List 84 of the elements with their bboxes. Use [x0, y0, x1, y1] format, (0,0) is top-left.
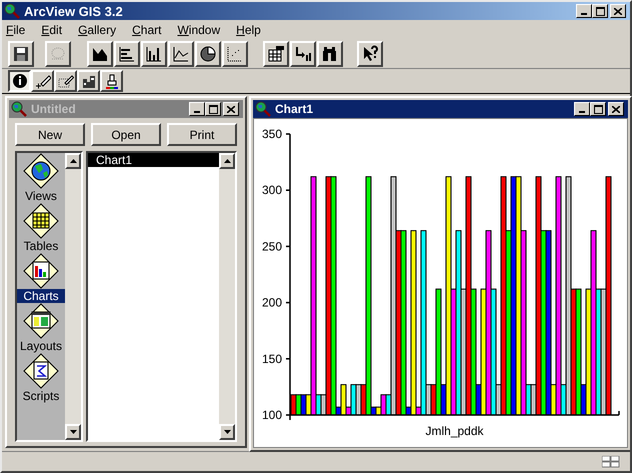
bar-chart-icon[interactable] — [23, 253, 59, 289]
category-label: Jmlh_pddk — [425, 424, 484, 438]
scroll-up-button[interactable] — [65, 153, 81, 169]
resize-grip-icon[interactable] — [602, 456, 620, 468]
document-type-item[interactable]: Views — [17, 189, 65, 203]
minimize-button[interactable] — [189, 102, 205, 116]
toolbar-button[interactable] — [317, 40, 343, 66]
table-icon[interactable] — [23, 203, 59, 239]
project-button[interactable]: New — [15, 123, 85, 146]
scroll-down-button[interactable] — [65, 424, 81, 440]
maximize-icon — [596, 6, 604, 16]
scrollbar[interactable] — [65, 153, 81, 440]
maximize-icon — [594, 104, 602, 114]
toolbar-button[interactable] — [87, 40, 113, 66]
close-icon — [614, 8, 622, 14]
horizontal-bar-chart-icon — [118, 44, 136, 62]
document-type-item[interactable]: Charts — [17, 289, 65, 303]
menu-item[interactable]: Edit — [41, 20, 62, 38]
project-button[interactable]: Print — [167, 123, 237, 146]
dotted-loop-icon — [49, 44, 67, 62]
window-title: Chart1 — [275, 103, 314, 115]
scroll-down-button[interactable] — [219, 424, 235, 440]
up-arrow-icon — [224, 159, 230, 163]
minimize-button[interactable] — [574, 102, 590, 116]
layout-icon[interactable] — [23, 303, 59, 339]
toolbar-button[interactable] — [222, 40, 248, 66]
binoculars-icon — [321, 44, 339, 62]
line-chart-icon — [172, 44, 190, 62]
document-type-item[interactable]: Tables — [17, 239, 65, 253]
pie-chart-icon — [199, 44, 217, 62]
down-arrow-icon — [70, 430, 76, 434]
axis-tick-label: 150 — [262, 352, 282, 366]
pointer-question-icon — [361, 44, 379, 62]
window-title: Untitled — [31, 103, 76, 115]
close-button[interactable] — [610, 4, 626, 18]
scatter-chart-icon — [226, 44, 244, 62]
pen-with-plus-icon — [34, 73, 50, 89]
toolbar-button[interactable] — [263, 40, 289, 66]
close-button[interactable] — [608, 102, 624, 116]
down-arrow-icon — [224, 430, 230, 434]
window-title: ArcView GIS 3.2 — [24, 4, 123, 18]
scroll-up-button[interactable] — [219, 153, 235, 169]
maximize-button[interactable] — [205, 102, 221, 116]
toolbar-button[interactable] — [168, 40, 194, 66]
menu-item[interactable]: Window — [177, 20, 220, 38]
bar-chart-icon — [145, 44, 163, 62]
close-icon — [612, 106, 620, 112]
dotted-box-with-pen-icon — [58, 73, 74, 89]
maximize-button[interactable] — [590, 102, 606, 116]
document-item[interactable]: Chart1 — [88, 153, 219, 167]
axis-tick-label: 100 — [262, 408, 282, 422]
axis-tick-label: 300 — [262, 183, 282, 198]
toolbar-button[interactable] — [357, 40, 383, 66]
document-type-item[interactable]: Scripts — [17, 389, 65, 403]
globe-icon[interactable] — [23, 153, 59, 189]
axis-tick-label: 200 — [262, 296, 282, 310]
close-button[interactable] — [223, 102, 239, 116]
axis-tick-label: 350 — [262, 127, 282, 141]
maximize-icon — [208, 104, 218, 114]
close-icon — [227, 106, 235, 112]
toolbar-button[interactable] — [141, 40, 167, 66]
globe-magnifier-icon — [255, 101, 271, 117]
building-icon — [80, 73, 96, 89]
globe-magnifier-icon — [11, 101, 27, 117]
toolbar-button[interactable] — [195, 40, 221, 66]
up-arrow-icon — [70, 159, 76, 163]
menu-item[interactable]: File — [6, 20, 26, 38]
menu-item[interactable]: Help — [236, 20, 261, 38]
scrollbar[interactable] — [219, 153, 235, 440]
document-type-item[interactable]: Layouts — [17, 339, 65, 353]
toolbar-button[interactable] — [8, 40, 34, 66]
axis-tick-label: 250 — [262, 239, 282, 254]
project-button[interactable]: Open — [91, 123, 161, 146]
arrow-and-bars-icon — [294, 44, 312, 62]
toolbar-button[interactable] — [114, 40, 140, 66]
info-icon — [12, 73, 28, 89]
script-icon[interactable] — [23, 353, 59, 389]
menu-item[interactable]: Gallery — [78, 20, 116, 38]
menu-item[interactable]: Chart — [132, 20, 162, 38]
tool-button[interactable] — [8, 70, 31, 92]
maximize-button[interactable] — [592, 4, 608, 18]
globe-magnifier-icon — [4, 3, 20, 19]
toolbar-button[interactable] — [290, 40, 316, 66]
minimize-button[interactable] — [576, 4, 592, 18]
